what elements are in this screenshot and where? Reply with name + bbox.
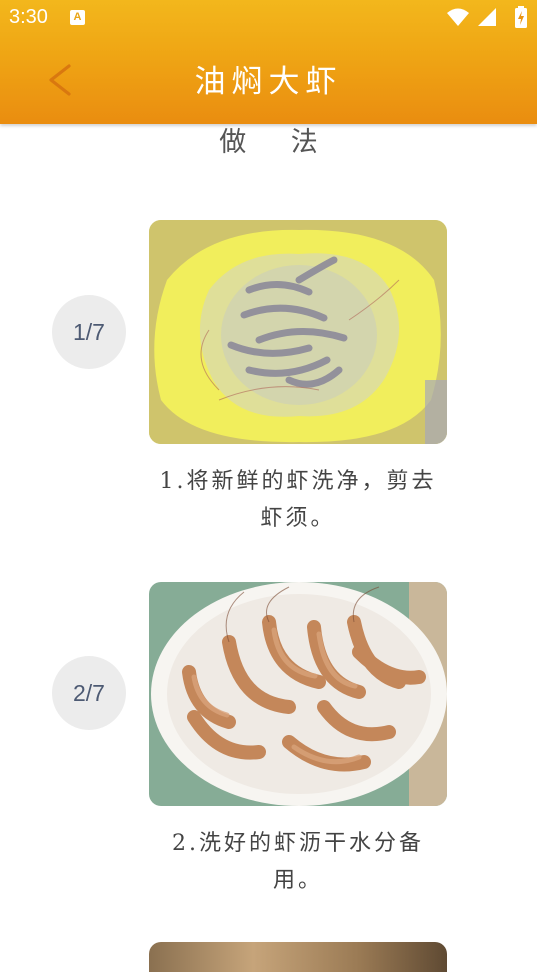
status-time: 3:30 [9,6,48,28]
section-title: 做 法 [219,127,336,158]
status-bar: 3:30 A [0,0,537,36]
step-description: 1.将新鲜的虾洗净，剪去虾须。 [159,469,437,531]
step-image[interactable] [149,220,447,444]
wifi-icon [447,8,469,26]
signal-icon [478,8,496,26]
step-number-badge: 2/7 [52,656,126,730]
page-title: 油焖大虾 [194,64,343,100]
step-image[interactable] [149,582,447,806]
step-image[interactable] [149,942,447,972]
notification-icon: A [70,10,85,25]
battery-charging-icon [515,6,527,28]
app-bar: 3:30 A 油焖大虾 [0,0,537,124]
step-description: 2.洗好的虾沥干水分备用。 [172,831,424,893]
step-number-badge: 1/7 [52,295,126,369]
